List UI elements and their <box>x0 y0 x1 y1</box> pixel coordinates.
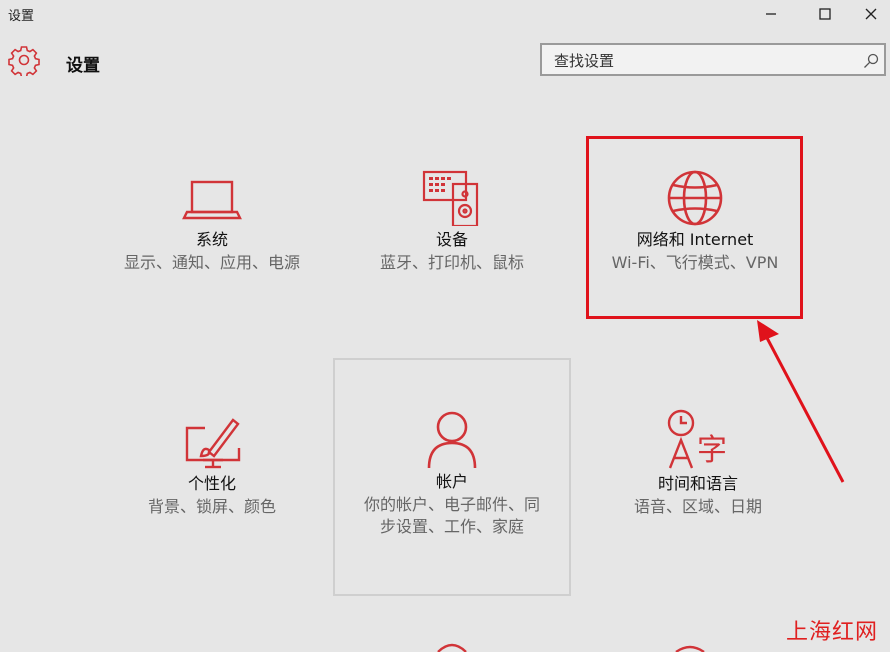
tile-accounts-name: 帐户 <box>435 472 468 491</box>
tile-accounts-desc: 你的帐户、电子邮件、同步设置、工作、家庭 <box>363 495 540 536</box>
tile-network[interactable]: 网络和 Internet Wi-Fi、飞行模式、VPN <box>590 170 800 274</box>
window-title: 设置 <box>8 9 35 24</box>
maximize-button[interactable] <box>802 0 848 28</box>
partial-next-row-icons <box>437 643 705 652</box>
search-box[interactable] <box>540 43 886 76</box>
tile-system-name: 系统 <box>195 230 228 249</box>
minimize-button[interactable] <box>748 0 794 28</box>
tile-time-language-desc: 语音、区域、日期 <box>633 497 762 516</box>
laptop-icon <box>182 180 242 220</box>
time-language-icon: 字 <box>667 409 727 469</box>
page-title: 设置 <box>66 56 100 76</box>
tile-time-language-name: 时间和语言 <box>657 474 738 493</box>
tile-personalization-desc: 背景、锁屏、颜色 <box>147 497 276 516</box>
gear-icon <box>8 46 40 76</box>
tile-network-name: 网络和 Internet <box>636 230 754 249</box>
tile-personalization[interactable]: 个性化 背景、锁屏、颜色 <box>120 414 304 518</box>
tile-devices[interactable]: 设备 蓝牙、打印机、鼠标 <box>352 170 552 274</box>
tile-accounts[interactable]: 帐户 你的帐户、电子邮件、同步设置、工作、家庭 <box>333 358 571 596</box>
tile-personalization-name: 个性化 <box>187 474 236 493</box>
tile-system[interactable]: 系统 显示、通知、应用、电源 <box>110 170 314 274</box>
search-icon[interactable] <box>862 52 880 70</box>
tile-time-language[interactable]: 字 时间和语言 语音、区域、日期 <box>598 408 798 518</box>
devices-icon <box>422 170 479 226</box>
tile-devices-desc: 蓝牙、打印机、鼠标 <box>379 253 524 272</box>
minimize-icon <box>766 13 776 15</box>
person-icon <box>427 411 477 469</box>
maximize-icon <box>819 8 831 20</box>
tile-system-desc: 显示、通知、应用、电源 <box>123 253 300 272</box>
svg-text:字: 字 <box>697 433 727 468</box>
title-bar: 设置 <box>0 0 890 28</box>
close-icon <box>865 8 877 20</box>
globe-icon <box>667 170 723 226</box>
personalization-icon <box>185 418 241 469</box>
close-button[interactable] <box>848 0 890 28</box>
tile-devices-name: 设备 <box>435 230 468 249</box>
watermark: 上海红网 <box>785 620 878 645</box>
tile-network-desc: Wi-Fi、飞行模式、VPN <box>611 253 779 272</box>
search-input[interactable] <box>554 51 854 71</box>
